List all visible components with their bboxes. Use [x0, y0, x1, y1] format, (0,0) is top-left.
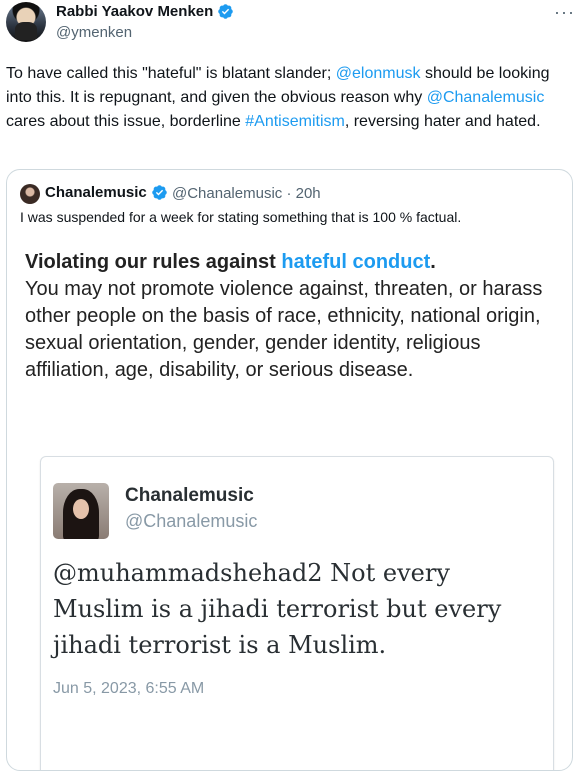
quoted-author-avatar[interactable] — [20, 184, 40, 204]
hashtag-antisemitism[interactable]: #Antisemitism — [245, 113, 345, 130]
author-handle[interactable]: @ymenken — [56, 24, 132, 41]
policy-heading-link: hateful conduct — [281, 251, 431, 273]
verified-icon — [151, 185, 167, 200]
tweet-text-part: To have called this "hateful" is blatant… — [6, 65, 336, 82]
embedded-tweet-screenshot: Chanalemusic @Chanalemusic @muhammadsheh… — [40, 456, 554, 770]
author-name-text: Rabbi Yaakov Menken — [56, 3, 214, 20]
quoted-meta: @Chanalemusic · 20h — [172, 185, 321, 202]
policy-body: You may not promote violence against, th… — [25, 278, 543, 381]
author-avatar[interactable] — [6, 2, 46, 42]
embedded-avatar — [53, 483, 109, 539]
policy-heading-prefix: Violating our rules against — [25, 251, 282, 273]
quoted-text: I was suspended for a week for stating s… — [20, 209, 462, 225]
tweet-text-part: , reversing hater and hated. — [344, 113, 541, 130]
mention-elonmusk[interactable]: @elonmusk — [336, 65, 421, 82]
tweet-text: To have called this "hateful" is blatant… — [6, 62, 566, 134]
quoted-handle[interactable]: @Chanalemusic — [172, 185, 282, 202]
quoted-time[interactable]: 20h — [296, 185, 321, 202]
more-options-icon[interactable]: ··· — [554, 2, 575, 23]
meta-separator: · — [286, 185, 292, 202]
policy-heading: Violating our rules against hateful cond… — [25, 249, 545, 276]
author-name[interactable]: Rabbi Yaakov Menken — [56, 3, 234, 20]
verified-icon — [218, 4, 234, 19]
mention-chanalemusic[interactable]: @Chanalemusic — [427, 89, 545, 106]
policy-heading-suffix: . — [430, 251, 436, 273]
quoted-tweet[interactable]: Chanalemusic @Chanalemusic · 20h I was s… — [6, 169, 573, 771]
embedded-date: Jun 5, 2023, 6:55 AM — [53, 680, 205, 697]
embedded-handle: @Chanalemusic — [125, 511, 258, 531]
embedded-text: @muhammadshehad2 Not every Muslim is a j… — [53, 559, 502, 659]
embedded-name: Chanalemusic — [125, 485, 254, 506]
policy-screenshot: Violating our rules against hateful cond… — [25, 249, 545, 384]
quoted-author-name[interactable]: Chanalemusic — [45, 184, 168, 201]
quoted-author-name-text: Chanalemusic — [45, 184, 147, 201]
